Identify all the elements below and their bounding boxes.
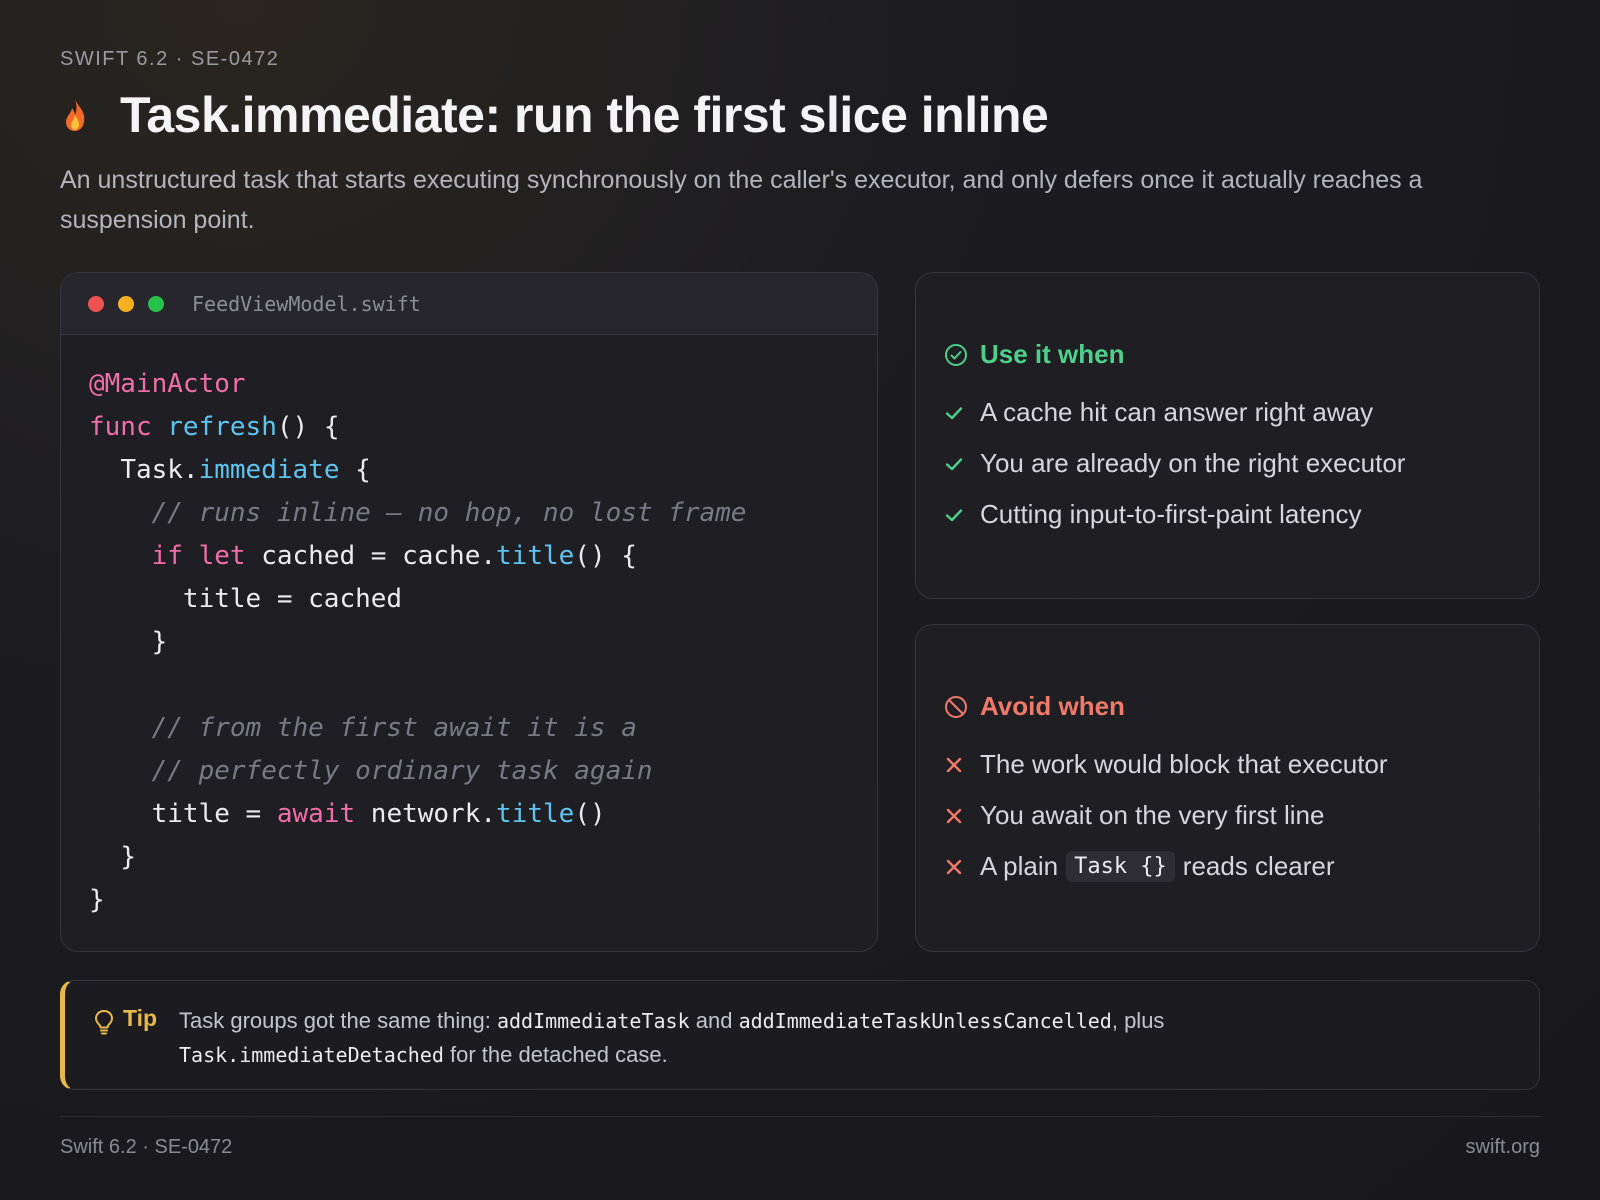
use-it-when-card: Use it when A cache hit can answer right…	[915, 272, 1540, 599]
code-token: network.	[355, 799, 497, 829]
avoid-when-heading: Avoid when	[944, 691, 1125, 722]
code-token: () {	[574, 541, 637, 571]
tip-text-part: Task groups got the same thing:	[179, 1008, 497, 1033]
code-token: refresh	[167, 412, 277, 442]
code-token: // from the first await it is a	[151, 713, 637, 743]
code-line: title = await network.title()	[89, 793, 849, 836]
use-it-when-item-text: A cache hit can answer right away	[980, 397, 1374, 427]
code-token: let	[198, 541, 246, 571]
code-token: await	[276, 799, 356, 829]
code-token: cached = cache.	[245, 541, 497, 571]
code-line: // runs inline — no hop, no lost frame	[89, 492, 849, 535]
code-token: func	[89, 412, 152, 442]
code-token: title = cached	[182, 584, 403, 614]
avoid-when-item-text: You await on the very first line	[980, 800, 1325, 830]
tip-code: addImmediateTaskUnlessCancelled	[738, 1009, 1112, 1033]
check-circle-icon	[945, 343, 967, 366]
avoid-when-item: You await on the very first line	[944, 790, 1388, 841]
code-token: title	[496, 799, 575, 829]
code-token: title =	[151, 799, 277, 829]
title-row: Task.immediate: run the first slice inli…	[60, 86, 1049, 144]
code-line: title = cached	[89, 578, 849, 621]
avoid-when-item-text: The work would block that executor	[980, 749, 1388, 779]
tip-text-part: and	[689, 1008, 739, 1033]
code-panel: FeedViewModel.swift @MainActor func refre…	[60, 272, 878, 952]
window-zoom-dot[interactable]	[148, 295, 164, 312]
code-line: }	[89, 879, 849, 922]
window-close-dot[interactable]	[88, 295, 104, 312]
code-token: }	[151, 627, 168, 657]
avoid-when-list: The work would block that executor You a…	[944, 739, 1388, 892]
code-token: // runs inline — no hop, no lost frame	[151, 498, 747, 528]
avoid-when-card: Avoid when The work would block that exe…	[915, 624, 1540, 952]
code-token: title	[496, 541, 575, 571]
code-token: immediate	[198, 455, 340, 485]
flame-icon	[60, 95, 90, 135]
avoid-when-label: Avoid when	[980, 691, 1125, 721]
tip-text-part: , plus	[1111, 1008, 1165, 1033]
use-it-when-item-text: You are already on the right executor	[980, 448, 1406, 478]
code-token: {	[339, 455, 371, 485]
x-icon	[944, 755, 980, 775]
code-token: }	[120, 842, 136, 872]
x-icon	[944, 806, 980, 826]
check-icon	[944, 454, 980, 474]
code-line: }	[89, 621, 849, 664]
avoid-when-item: The work would block that executor	[944, 739, 1388, 790]
page: SWIFT 6.2 · SE-0472 Task.immediate: run …	[60, 0, 1540, 1200]
avoid-when-item: A plain Task {} reads clearer	[944, 841, 1388, 892]
code-panel-header: FeedViewModel.swift	[61, 273, 877, 335]
footer-link[interactable]: swift.org	[1466, 1136, 1540, 1159]
code-line: @MainActor	[89, 363, 849, 406]
use-it-when-heading: Use it when	[944, 339, 1124, 370]
tip-code: addImmediateTask	[496, 1009, 690, 1033]
use-it-when-item-text: Cutting input-to-first-paint latency	[980, 499, 1362, 529]
check-icon	[944, 505, 980, 525]
check-icon	[944, 403, 980, 423]
x-icon	[944, 857, 980, 877]
code-filename: FeedViewModel.swift	[192, 291, 421, 316]
code-line: // perfectly ordinary task again	[89, 750, 849, 793]
code-line: func refresh() {	[89, 406, 849, 449]
tip-label: Tip	[123, 1005, 158, 1031]
code-block: @MainActor func refresh() { Task.immediat…	[61, 335, 877, 922]
subtitle: An unstructured task that starts executi…	[60, 166, 1423, 234]
tip-callout: Tip Task groups got the same thing: addI…	[60, 980, 1540, 1090]
code-token: // perfectly ordinary task again	[151, 756, 653, 786]
code-token: ()	[574, 799, 606, 829]
use-it-when-list: A cache hit can answer right away You ar…	[944, 387, 1405, 540]
avoid-when-item-text-after: reads clearer	[1182, 851, 1335, 881]
avoid-when-item-text-before: A plain	[980, 851, 1059, 881]
footer-left: Swift 6.2 · SE-0472	[60, 1136, 233, 1158]
window-minimize-dot[interactable]	[118, 295, 134, 312]
eyebrow: SWIFT 6.2 · SE-0472	[60, 48, 280, 70]
code-token: if	[151, 541, 183, 571]
lightbulb-icon	[93, 1009, 115, 1040]
tip-text-part: for the detached case.	[443, 1042, 668, 1067]
page-title: Task.immediate: run the first slice inli…	[120, 87, 1049, 143]
use-it-when-item: A cache hit can answer right away	[944, 387, 1405, 438]
code-token: Task.	[120, 455, 199, 485]
code-line: Task.immediate {	[89, 449, 849, 492]
code-token: }	[89, 885, 105, 915]
use-it-when-label: Use it when	[980, 339, 1125, 369]
tip-text: Task groups got the same thing: addImmed…	[179, 1004, 1499, 1072]
code-token: @MainActor	[89, 369, 246, 399]
code-line: if let cached = cache.title() {	[89, 535, 849, 578]
footer-divider	[60, 1116, 1540, 1117]
prohibited-icon	[945, 695, 967, 718]
use-it-when-item: Cutting input-to-first-paint latency	[944, 489, 1405, 540]
code-line: }	[89, 836, 849, 879]
code-token: () {	[276, 412, 340, 442]
tip-code: Task.immediateDetached	[179, 1043, 444, 1067]
use-it-when-item: You are already on the right executor	[944, 438, 1405, 489]
code-line: // from the first await it is a	[89, 707, 849, 750]
inline-code: Task {}	[1066, 851, 1175, 882]
